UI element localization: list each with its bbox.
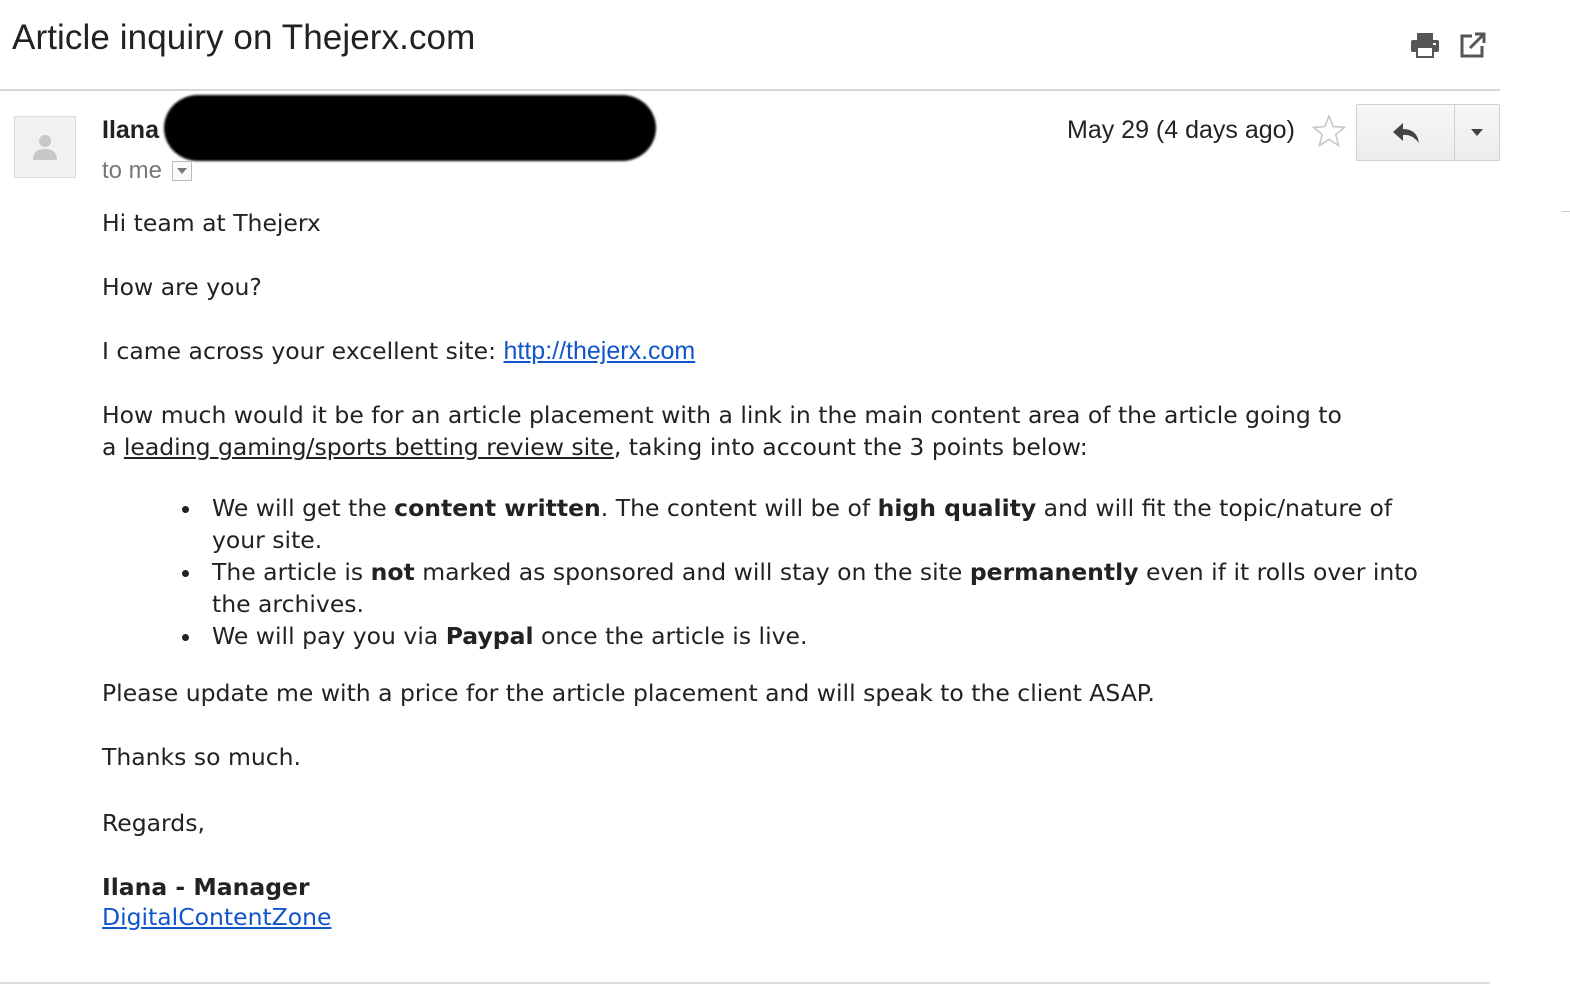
thanks-line: Thanks so much. [102,743,302,771]
site-link[interactable]: http://thejerx.com [504,337,696,365]
ask-prefix: a [102,433,124,461]
greeting-line: Hi team at Thejerx [102,209,321,237]
header-divider [0,89,1500,91]
list-text: The article is [212,558,371,586]
list-text: once the article is live. [533,622,808,650]
requirements-list: We will get the content written. The con… [102,492,1418,652]
list-text: marked as sponsored and will stay on the… [414,558,970,586]
list-text: We will pay you via [212,622,446,650]
dropdown-arrow-icon [177,168,188,174]
ask-line-1: How much would it be for an article plac… [102,401,1342,429]
reply-button-group [1356,104,1500,161]
recipient-label: to me [102,157,163,184]
list-emphasis: not [370,558,415,586]
list-text: and will fit the topic/nature of [1036,494,1393,522]
intro-line: I came across your excellent site: http:… [102,335,695,367]
scroll-edge-marker [1562,211,1570,212]
signature-name: Ilana - Manager [102,873,310,901]
list-emphasis: Paypal [445,622,534,650]
redacted-sender-email [164,95,656,161]
ask-line-2: a leading gaming/sports betting review s… [102,431,1088,463]
list-emphasis: permanently [969,558,1139,586]
message-date: May 29 (4 days ago) [1067,116,1295,144]
reply-icon [1392,122,1419,143]
update-request-line: Please update me with a price for the ar… [102,679,1155,707]
star-icon[interactable] [1311,113,1347,148]
new-window-icon[interactable] [1458,30,1488,60]
regards-line: Regards, [102,809,205,837]
list-item: We will pay you via Paypal once the arti… [102,620,1418,652]
header-actions [1410,30,1488,60]
list-text: even if it rolls over into [1138,558,1418,586]
intro-text: I came across your excellent site: [102,337,504,365]
sender-avatar[interactable] [14,116,76,178]
sender-name[interactable]: Ilana [102,116,159,145]
ask-suffix: , taking into account the 3 points below… [613,433,1088,461]
person-icon [33,135,57,160]
signature-company: DigitalContentZone [102,901,332,933]
list-item: We will get the content written. The con… [102,492,1418,556]
signature-link[interactable]: DigitalContentZone [102,903,332,931]
show-details-button[interactable] [172,161,193,181]
list-emphasis: content written [394,494,601,522]
list-text: We will get the [212,494,395,522]
list-emphasis: high quality [877,494,1037,522]
more-actions-button[interactable] [1455,105,1499,160]
list-text: the archives. [212,590,365,618]
how-are-you-line: How are you? [102,273,262,301]
email-subject: Article inquiry on Thejerx.com [12,18,476,57]
print-icon[interactable] [1410,30,1440,60]
underlined-phrase: leading gaming/sports betting review sit… [123,433,614,461]
recipient-line: to me [102,157,193,185]
list-text: your site. [212,526,323,554]
reply-button[interactable] [1357,105,1455,160]
message-bottom-divider [0,982,1490,984]
dropdown-arrow-icon [1471,129,1483,136]
list-item: The article is not marked as sponsored a… [102,556,1418,620]
list-text: . The content will be of [600,494,878,522]
